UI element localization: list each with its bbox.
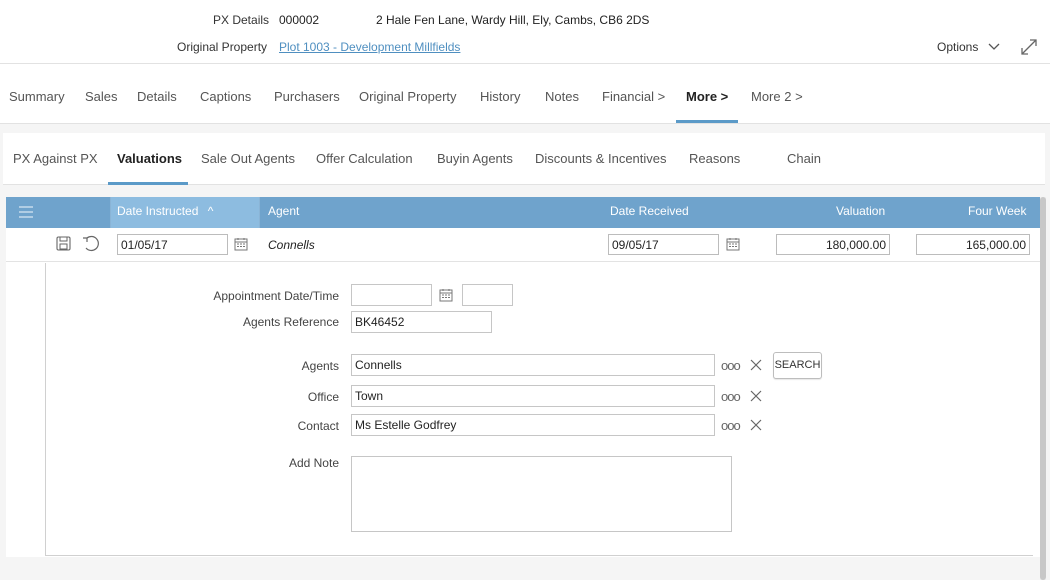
tab-discounts-incentives[interactable]: Discounts & Incentives <box>535 133 667 185</box>
record-header: PX Details 000002 2 Hale Fen Lane, Wardy… <box>0 0 1050 64</box>
office-input[interactable] <box>351 385 715 407</box>
calendar-icon[interactable] <box>234 237 248 251</box>
four-week-input[interactable] <box>916 234 1030 255</box>
active-main-tab-indicator <box>676 120 738 123</box>
ellipsis-icon[interactable]: ooo <box>721 389 741 404</box>
tab-px-against-px[interactable]: PX Against PX <box>13 133 98 185</box>
tab-sales[interactable]: Sales <box>85 64 118 124</box>
column-valuation[interactable]: Valuation <box>836 197 885 228</box>
px-details-value: 000002 <box>279 13 320 27</box>
tab-original-property[interactable]: Original Property <box>359 64 457 124</box>
main-tab-bar: Summary Sales Details Captions Purchaser… <box>0 64 1050 124</box>
tab-financial[interactable]: Financial > <box>602 64 665 124</box>
close-icon[interactable] <box>750 359 762 371</box>
valuation-input[interactable] <box>776 234 890 255</box>
add-note-label: Add Note <box>288 456 339 470</box>
column-agent[interactable]: Agent <box>268 197 299 228</box>
column-separator <box>259 197 260 228</box>
agent-cell: Connells <box>268 238 315 252</box>
tab-sale-out-agents[interactable]: Sale Out Agents <box>201 133 295 185</box>
px-details-label: PX Details <box>213 13 270 27</box>
tab-notes[interactable]: Notes <box>545 64 579 124</box>
tab-details[interactable]: Details <box>137 64 177 124</box>
tab-summary[interactable]: Summary <box>9 64 65 124</box>
original-property-label: Original Property <box>177 40 268 54</box>
contact-label: Contact <box>297 419 339 433</box>
tab-valuations[interactable]: Valuations <box>117 133 182 185</box>
ellipsis-icon[interactable]: ooo <box>721 418 741 433</box>
original-property-link[interactable]: Plot 1003 - Development Millfields <box>279 40 460 54</box>
tab-buyin-agents[interactable]: Buyin Agents <box>437 133 513 185</box>
scrollbar-thumb[interactable] <box>1040 197 1046 580</box>
tab-purchasers[interactable]: Purchasers <box>274 64 340 124</box>
ellipsis-icon[interactable]: ooo <box>721 358 741 373</box>
agents-reference-input[interactable] <box>351 311 492 333</box>
vertical-scrollbar[interactable] <box>1040 197 1046 580</box>
sort-ascending-icon: ^ <box>207 204 214 218</box>
appointment-label: Appointment Date/Time <box>213 289 339 303</box>
valuation-detail-panel: Appointment Date/Time Agents Reference A… <box>45 263 1033 556</box>
options-menu[interactable]: Options <box>937 40 1000 54</box>
options-label: Options <box>937 40 979 54</box>
agents-input[interactable] <box>351 354 715 376</box>
column-date-instructed[interactable]: Date Instructed ^ <box>117 197 213 228</box>
column-date-received[interactable]: Date Received <box>610 197 689 228</box>
tab-chain[interactable]: Chain <box>787 133 821 185</box>
sub-tab-bar: PX Against PX Valuations Sale Out Agents… <box>3 133 1045 185</box>
expand-icon[interactable] <box>1019 37 1039 57</box>
menu-icon[interactable] <box>18 205 34 219</box>
agents-reference-label: Agents Reference <box>242 315 339 329</box>
agents-label: Agents <box>301 359 339 373</box>
tab-reasons[interactable]: Reasons <box>689 133 740 185</box>
undo-icon[interactable] <box>81 235 101 252</box>
valuations-grid: Date Instructed ^ Agent Date Received Va… <box>6 197 1045 557</box>
chevron-down-icon <box>988 43 1000 50</box>
calendar-icon[interactable] <box>439 288 453 302</box>
tab-more-2[interactable]: More 2 > <box>751 64 803 124</box>
search-button[interactable]: SEARCH <box>773 352 822 379</box>
close-icon[interactable] <box>750 419 762 431</box>
tab-offer-calculation[interactable]: Offer Calculation <box>316 133 413 185</box>
office-label: Office <box>307 390 339 404</box>
column-date-instructed-label: Date Instructed <box>117 204 199 218</box>
table-row: Connells <box>6 228 1045 262</box>
appointment-time-input[interactable] <box>462 284 513 306</box>
tab-history[interactable]: History <box>480 64 520 124</box>
date-instructed-input[interactable] <box>117 234 228 255</box>
appointment-date-input[interactable] <box>351 284 432 306</box>
add-note-textarea[interactable] <box>351 456 732 532</box>
tab-more[interactable]: More > <box>686 64 728 124</box>
date-received-input[interactable] <box>608 234 719 255</box>
address: 2 Hale Fen Lane, Wardy Hill, Ely, Cambs,… <box>376 13 650 27</box>
save-icon[interactable] <box>56 236 71 251</box>
tab-captions[interactable]: Captions <box>200 64 251 124</box>
calendar-icon[interactable] <box>726 237 740 251</box>
column-four-week[interactable]: Four Week <box>968 197 1026 228</box>
close-icon[interactable] <box>750 390 762 402</box>
active-sub-tab-indicator <box>108 182 188 185</box>
contact-input[interactable] <box>351 414 715 436</box>
grid-header: Date Instructed ^ Agent Date Received Va… <box>6 197 1045 228</box>
